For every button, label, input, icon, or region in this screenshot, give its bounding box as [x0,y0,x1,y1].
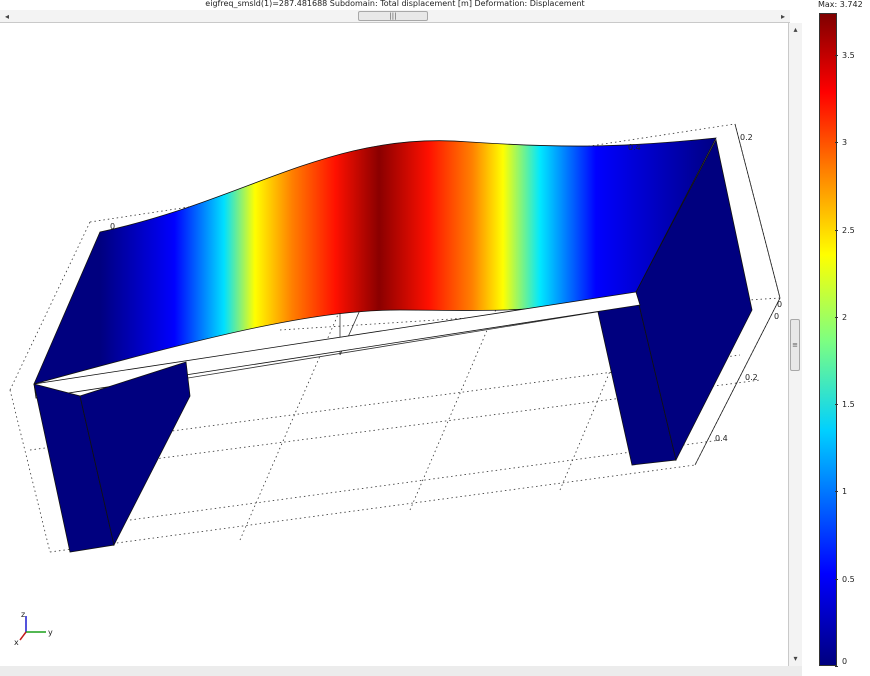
horizontal-scroll-thumb[interactable]: ||| [358,11,428,21]
colorbar-tick-label: 3.5 [842,51,855,61]
colorbar-tick-mark [835,142,838,144]
colorbar-tick-label: 0.5 [842,574,855,584]
axis-label-left-zero: 0 [110,222,115,231]
axis-label-right-zero-a: 0 [777,300,782,309]
colorbar-tick-mark [835,578,838,580]
colorbar-tick-mark [835,491,838,493]
colorbar-tick-label: 2 [842,312,848,322]
colorbar-tick-label: 0 [842,657,848,666]
plot-title: eigfreq_smsld(1)=287.481688 Subdomain: T… [205,0,585,8]
plot-svg[interactable]: 0.2 0.4 0 0 0 0.2 0.4 z y x [0,23,788,666]
axis-label-top-mid: 0.4 [628,143,641,152]
colorbar-tick-mark [835,229,838,231]
axis-tick-0-2: 0.2 [745,373,758,382]
scroll-left-arrow-icon[interactable]: ◂ [0,10,14,23]
colorbar-tick-label: 3 [842,138,848,148]
scroll-down-arrow-icon[interactable]: ▾ [789,652,802,666]
axis-label-top-right: 0.2 [740,133,753,142]
triad-z-label: z [21,610,25,619]
colorbar-tick-label: 1 [842,487,848,497]
status-strip [0,666,802,676]
colorbar-tick-mark [835,316,838,318]
axis-triad-icon: z y x [14,610,53,647]
vertical-scrollbar[interactable]: ▴ ≡ ▾ [788,23,802,666]
triad-y-label: y [48,628,53,637]
axis-label-right-zero-b: 0 [774,312,779,321]
colorbar-tick-mark [835,55,838,57]
triad-x-label: x [14,638,19,647]
colorbar: Max: 3.742 3.5 3 2.5 2 1.5 1 0.5 0 [802,0,870,676]
vertical-scroll-thumb[interactable]: ≡ [790,319,800,371]
colorbar-tick-label: 2.5 [842,225,855,235]
colorbar-tick-label: 1.5 [842,400,855,410]
colorbar-tick-mark [835,666,838,667]
colorbar-max-label: Max: 3.742 [818,0,863,9]
scroll-up-arrow-icon[interactable]: ▴ [789,23,802,37]
colorbar-gradient [819,13,837,666]
plot-canvas[interactable]: 0.2 0.4 0 0 0 0.2 0.4 z y x [0,23,788,666]
axis-tick-0-4: 0.4 [715,434,728,443]
scroll-right-arrow-icon[interactable]: ▸ [776,10,790,23]
horizontal-scrollbar[interactable]: ◂ ||| ▸ [0,10,790,23]
colorbar-tick-mark [835,404,838,406]
